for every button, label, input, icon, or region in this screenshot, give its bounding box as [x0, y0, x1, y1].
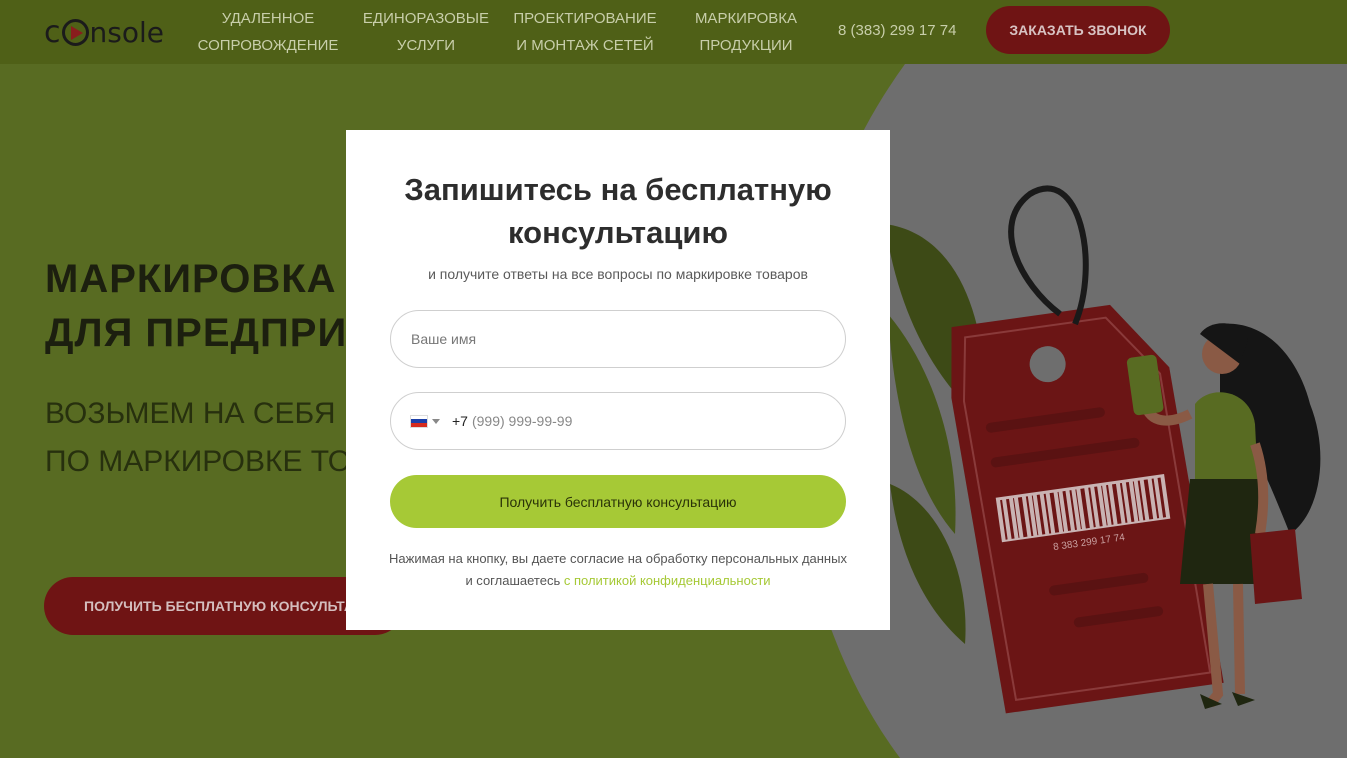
nav-line: УДАЛЕННОЕ	[221, 10, 315, 27]
phone-input[interactable]	[471, 413, 772, 429]
nav-line: ПРОДУКЦИИ	[699, 37, 793, 54]
privacy-policy-link[interactable]: с политикой конфиденциальности	[564, 573, 771, 588]
consent-line-1: Нажимая на кнопку, вы даете согласие на …	[389, 551, 847, 566]
consent-text: Нажимая на кнопку, вы даете согласие на …	[346, 548, 890, 592]
order-call-button[interactable]: ЗАКАЗАТЬ ЗВОНОК	[986, 6, 1170, 54]
phone-country-code: +7	[452, 413, 468, 429]
nav-network-design[interactable]: ПРОЕКТИРОВАНИЕ И МОНТАЖ СЕТЕЙ	[510, 5, 660, 59]
logo-letter-c: c	[44, 14, 61, 50]
nav-line: МАРКИРОВКА	[694, 10, 798, 27]
nav-line: СОПРОВОЖДЕНИЕ	[197, 37, 339, 54]
nav-remote-support[interactable]: УДАЛЕННОЕ СОПРОВОЖДЕНИЕ	[196, 5, 340, 59]
modal-title: Запишитесь на бесплатную консультацию	[404, 172, 832, 250]
chevron-down-icon[interactable]	[432, 418, 440, 424]
nav-line: ЕДИНОРАЗОВЫЕ	[362, 10, 490, 27]
nav-line: ПРОЕКТИРОВАНИЕ	[513, 10, 657, 27]
modal-subtitle: и получите ответы на все вопросы по марк…	[428, 266, 808, 282]
play-icon	[61, 18, 89, 46]
logo[interactable]: c nsole	[44, 14, 164, 50]
nav-line: УСЛУГИ	[396, 37, 456, 54]
consent-line-2: и соглашаетесь с политикой конфиденциаль…	[346, 570, 890, 592]
consultation-modal: Запишитесь на бесплатную консультацию и …	[346, 130, 890, 630]
consent-prefix: и соглашаетесь	[465, 573, 564, 588]
header-phone-link[interactable]: 8 (383) 299 17 74	[838, 22, 956, 39]
name-input[interactable]	[390, 310, 846, 368]
nav-line: И МОНТАЖ СЕТЕЙ	[516, 37, 654, 54]
russia-flag-icon[interactable]	[410, 414, 428, 428]
nav-one-time-services[interactable]: ЕДИНОРАЗОВЫЕ УСЛУГИ	[360, 5, 492, 59]
nav-product-marking[interactable]: МАРКИРОВКА ПРОДУКЦИИ	[688, 5, 804, 59]
get-consultation-button[interactable]: Получить бесплатную консультацию	[390, 475, 846, 528]
phone-field[interactable]: +7	[390, 392, 846, 450]
logo-rest: nsole	[89, 15, 164, 49]
site-header: c nsole УДАЛЕННОЕ СОПРОВОЖДЕНИЕ ЕДИНОРАЗ…	[0, 0, 1347, 64]
